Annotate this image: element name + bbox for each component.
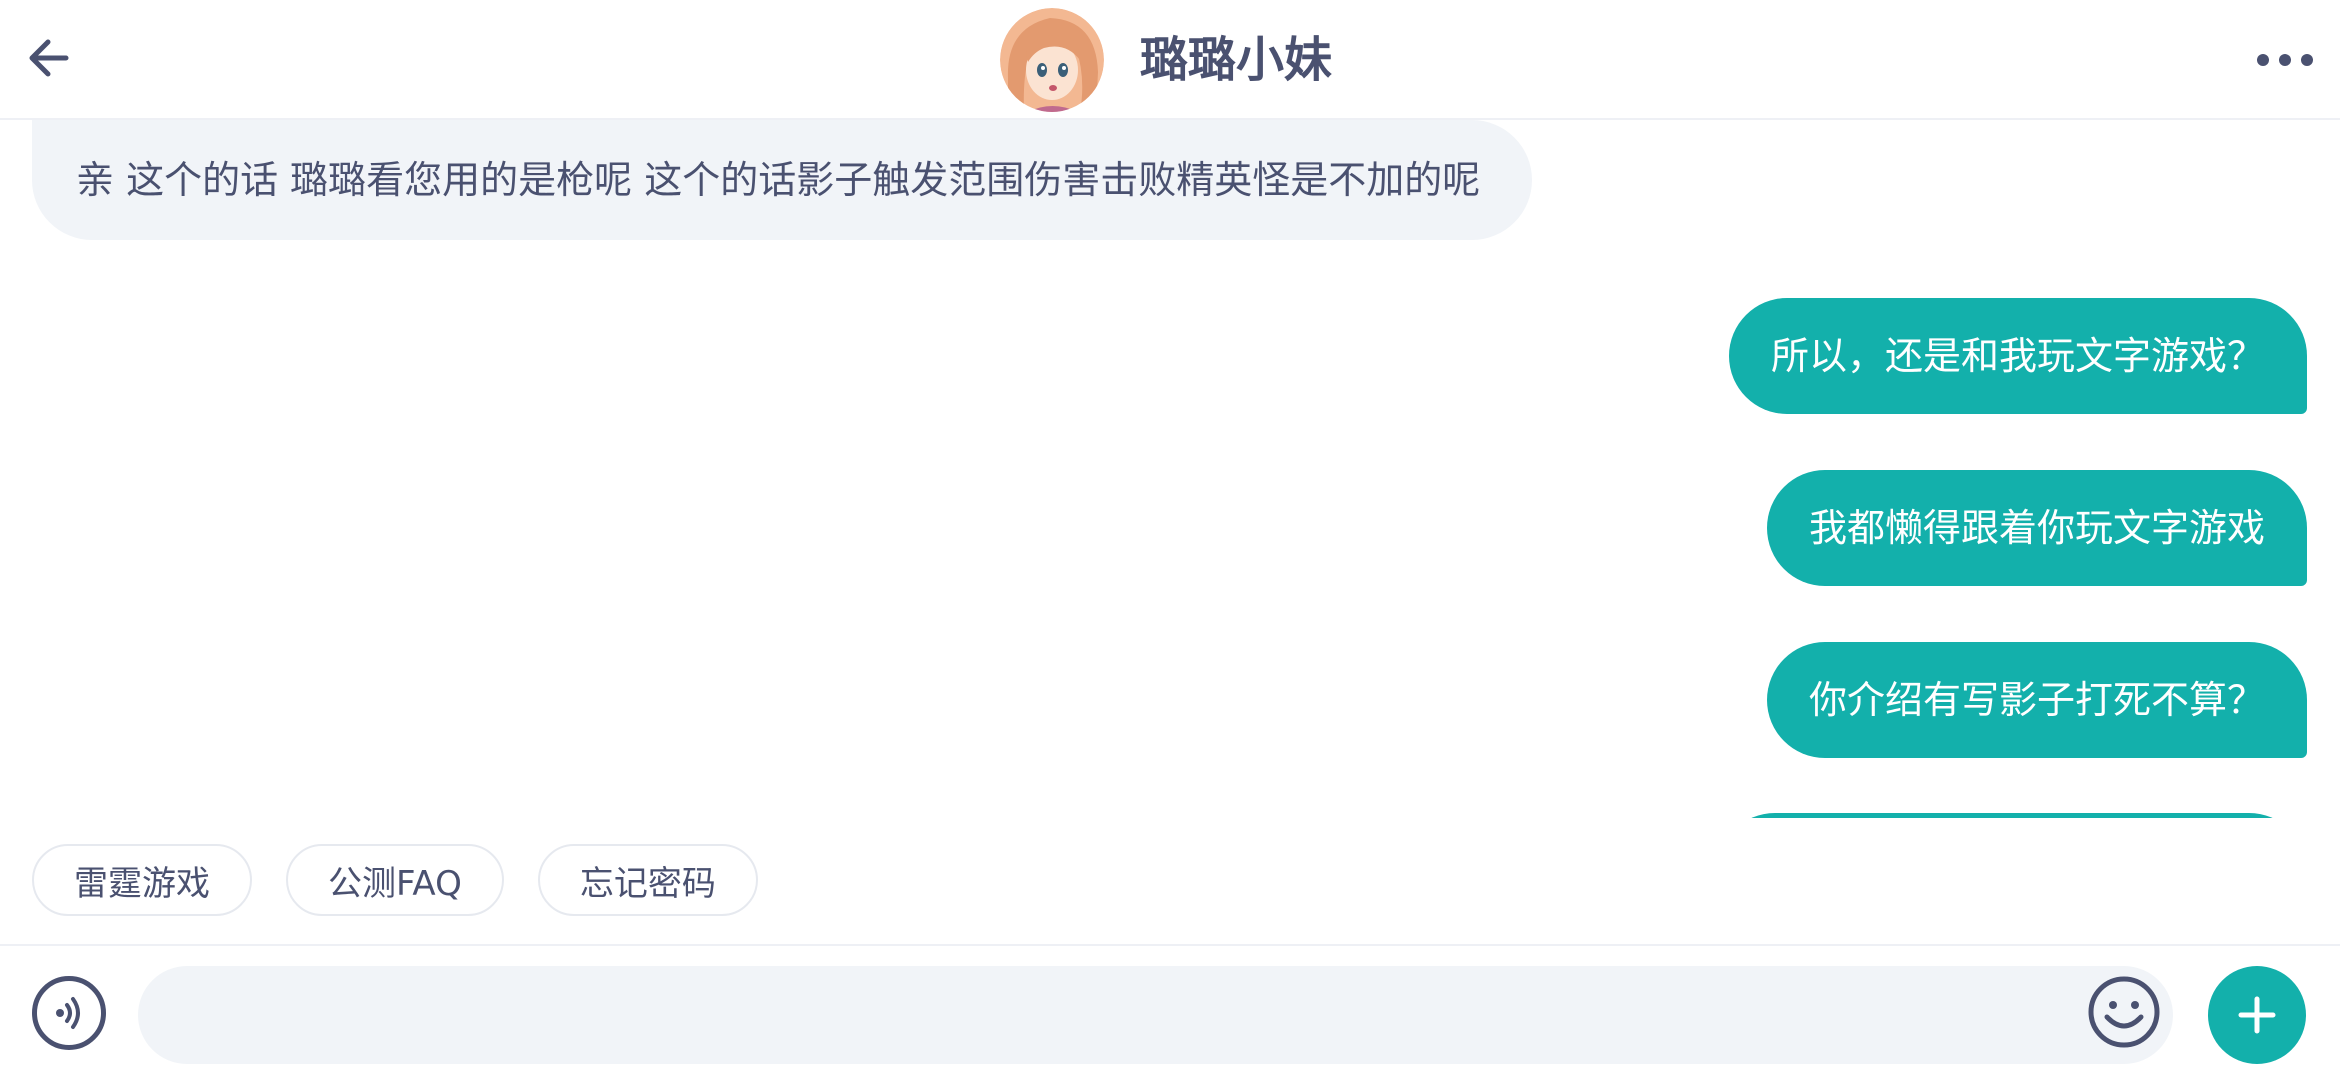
chat-screen: 璐璐小妹 亲 这个的话 璐璐看您用的是枪呢 这个的话影子触发范围伤害击败精英怪是… <box>0 0 2340 1080</box>
quick-reply-chip[interactable]: 公测FAQ <box>286 844 504 916</box>
outgoing-message-bubble[interactable]: 你介绍有写影子打死不算？ <box>1766 642 2307 758</box>
quick-reply-chip[interactable]: 忘记密码 <box>537 844 758 916</box>
more-horizontal-icon <box>2257 54 2313 66</box>
add-attachment-button[interactable] <box>2208 966 2306 1064</box>
message-list[interactable]: 亲 这个的话 璐璐看您用的是枪呢 这个的话影子触发范围伤害击败精英怪是不加的呢 … <box>0 120 2340 818</box>
back-button[interactable] <box>16 26 80 90</box>
voice-button[interactable] <box>32 976 106 1050</box>
message-input[interactable] <box>138 966 2173 1064</box>
outgoing-message-bubble-partial[interactable] <box>1717 813 2307 818</box>
outgoing-message-bubble[interactable]: 所以，还是和我玩文字游戏？ <box>1728 298 2307 414</box>
quick-reply-chip[interactable]: 雷霆游戏 <box>32 844 252 916</box>
voice-wave-icon <box>56 997 80 1029</box>
input-bar <box>0 944 2340 1080</box>
page-title: 璐璐小妹 <box>1140 32 1333 88</box>
emoji-button[interactable] <box>2086 974 2162 1050</box>
plus-icon <box>2238 996 2276 1034</box>
more-button[interactable] <box>2250 30 2320 90</box>
quick-reply-bar: 雷霆游戏 公测FAQ 忘记密码 <box>32 844 758 916</box>
smiley-face-icon <box>2088 976 2160 1048</box>
chat-header: 璐璐小妹 <box>0 0 2340 120</box>
anime-girl-avatar-icon <box>1000 8 1104 112</box>
outgoing-message-bubble[interactable]: 我都懒得跟着你玩文字游戏 <box>1766 470 2307 586</box>
arrow-left-icon <box>29 39 69 77</box>
incoming-message-bubble[interactable]: 亲 这个的话 璐璐看您用的是枪呢 这个的话影子触发范围伤害击败精英怪是不加的呢 <box>32 120 1533 240</box>
avatar[interactable] <box>1000 8 1104 112</box>
